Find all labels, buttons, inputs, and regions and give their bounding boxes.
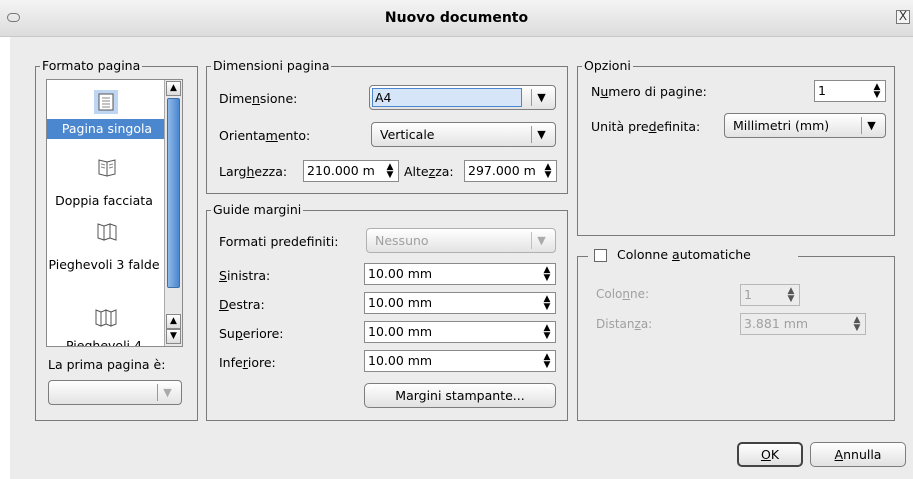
right-margin-label: Destra: bbox=[219, 297, 265, 312]
cancel-button[interactable]: Annulla bbox=[810, 442, 906, 467]
height-value: 297.000 m bbox=[468, 163, 536, 178]
height-label: Altezza: bbox=[404, 164, 454, 179]
first-page-select[interactable]: ▼ bbox=[48, 380, 182, 405]
page-size-legend: Dimensioni pagina bbox=[211, 58, 332, 73]
pages-value: 1 bbox=[818, 83, 826, 98]
columns-label: Colonne: bbox=[596, 287, 650, 301]
list-item-single-page[interactable]: Pagina singola bbox=[47, 80, 166, 148]
spin-arrows-icon[interactable]: ▲ ▼ bbox=[542, 353, 552, 370]
size-label: Dimensione: bbox=[219, 91, 298, 106]
right-margin-spinbox[interactable]: 10.00 mm ▲ ▼ bbox=[364, 292, 556, 314]
single-page-icon bbox=[98, 93, 114, 111]
unit-select[interactable]: Millimetri (mm) ▼ bbox=[724, 113, 886, 138]
left-margin-spinbox[interactable]: 10.00 mm ▲ ▼ bbox=[364, 263, 556, 285]
top-margin-value: 10.00 mm bbox=[368, 324, 433, 339]
orientation-label: Orientamento: bbox=[219, 128, 311, 143]
double-page-icon bbox=[98, 159, 116, 177]
bottom-margin-label: Inferiore: bbox=[219, 355, 276, 370]
pages-spinbox[interactable]: 1 ▲ ▼ bbox=[814, 80, 886, 102]
pages-label: Numero di pagine: bbox=[591, 84, 707, 99]
gap-spinbox[interactable]: 3.881 mm ▲ ▼ bbox=[740, 313, 866, 335]
first-page-label: La prima pagina è: bbox=[48, 357, 166, 372]
width-label: Larghezza: bbox=[219, 164, 288, 179]
list-item-label: Pieghevoli 4 bbox=[66, 338, 142, 347]
left-margin-value: 10.00 mm bbox=[368, 266, 433, 281]
preset-select[interactable]: Nessuno ▼ bbox=[366, 228, 556, 253]
columns-spinbox[interactable]: 1 ▲ ▼ bbox=[740, 284, 800, 306]
list-item-label: Pieghevoli 3 falde bbox=[48, 257, 160, 272]
window-title: Nuovo documento bbox=[384, 10, 529, 26]
list-item-label: Doppia facciata bbox=[55, 193, 153, 208]
margin-guides-legend: Guide margini bbox=[211, 202, 304, 217]
spin-arrows-icon[interactable]: ▲ ▼ bbox=[385, 163, 395, 180]
chevron-down-icon: ▼ bbox=[861, 117, 881, 134]
auto-columns-checkbox[interactable] bbox=[594, 249, 607, 262]
bottom-margin-value: 10.00 mm bbox=[368, 353, 433, 368]
gap-label: Distanza: bbox=[596, 317, 653, 331]
orientation-select[interactable]: Verticale ▼ bbox=[371, 122, 556, 147]
chevron-down-icon: ▼ bbox=[157, 384, 177, 401]
scroll-up-icon[interactable]: ▲ bbox=[166, 314, 181, 329]
chevron-down-icon: ▼ bbox=[531, 89, 551, 106]
spin-arrows-icon[interactable]: ▲ ▼ bbox=[872, 83, 882, 100]
left-margin-label: Sinistra: bbox=[219, 268, 271, 283]
spin-arrows-icon[interactable]: ▲ ▼ bbox=[542, 266, 552, 283]
spin-arrows-icon[interactable]: ▲ ▼ bbox=[786, 287, 796, 304]
preset-value: Nessuno bbox=[375, 233, 429, 248]
spin-arrows-icon[interactable]: ▲ ▼ bbox=[542, 324, 552, 341]
size-select[interactable]: A4 ▼ bbox=[369, 85, 556, 110]
chevron-down-icon: ▼ bbox=[531, 232, 551, 249]
list-scrollbar[interactable]: ▲ ▲ ▼ bbox=[164, 80, 182, 346]
unit-label: Unità predefinita: bbox=[591, 119, 701, 134]
width-value: 210.000 m bbox=[307, 163, 375, 178]
tri-fold-icon bbox=[97, 223, 117, 241]
scroll-thumb[interactable] bbox=[167, 98, 180, 288]
ok-button[interactable]: OK bbox=[737, 442, 803, 467]
chevron-down-icon: ▼ bbox=[531, 126, 551, 143]
size-value: A4 bbox=[372, 88, 522, 107]
printer-margins-button[interactable]: Margini stampante... bbox=[364, 383, 556, 408]
options-legend: Opzioni bbox=[582, 58, 633, 73]
spin-arrows-icon[interactable]: ▲ ▼ bbox=[852, 316, 862, 333]
orientation-value: Verticale bbox=[380, 127, 435, 142]
scroll-down-icon[interactable]: ▼ bbox=[166, 329, 181, 344]
top-margin-label: Superiore: bbox=[219, 326, 284, 341]
page-format-legend: Formato pagina bbox=[40, 58, 143, 73]
spin-arrows-icon[interactable]: ▲ ▼ bbox=[543, 163, 553, 180]
four-fold-icon bbox=[95, 309, 117, 327]
scroll-up-icon[interactable]: ▲ bbox=[166, 81, 181, 96]
auto-columns-label[interactable]: Colonne automatiche bbox=[617, 247, 751, 262]
gap-value: 3.881 mm bbox=[744, 316, 809, 331]
unit-value: Millimetri (mm) bbox=[733, 118, 830, 133]
preset-label: Formati predefiniti: bbox=[219, 234, 339, 249]
spin-arrows-icon[interactable]: ▲ ▼ bbox=[542, 295, 552, 312]
height-spinbox[interactable]: 297.000 m ▲ ▼ bbox=[464, 160, 557, 182]
bottom-margin-spinbox[interactable]: 10.00 mm ▲ ▼ bbox=[364, 350, 556, 372]
close-icon[interactable]: X bbox=[896, 10, 910, 24]
list-item-label: Pagina singola bbox=[61, 121, 153, 136]
right-margin-value: 10.00 mm bbox=[368, 295, 433, 310]
page-format-list[interactable]: Pagina singola Doppia facciata Pieghevol… bbox=[46, 79, 183, 347]
top-margin-spinbox[interactable]: 10.00 mm ▲ ▼ bbox=[364, 321, 556, 343]
auto-columns-group bbox=[577, 256, 895, 421]
width-spinbox[interactable]: 210.000 m ▲ ▼ bbox=[303, 160, 399, 182]
columns-value: 1 bbox=[744, 287, 752, 302]
